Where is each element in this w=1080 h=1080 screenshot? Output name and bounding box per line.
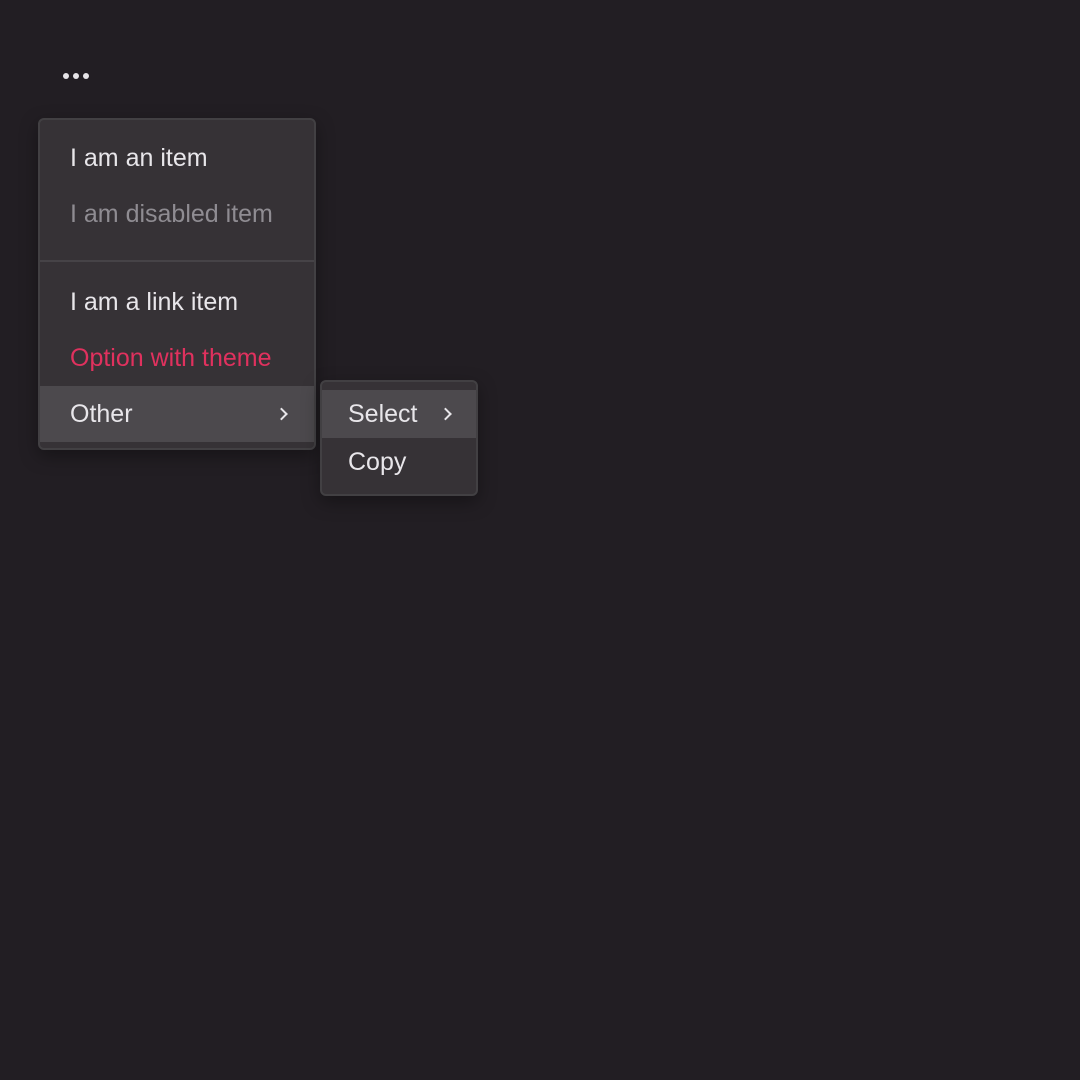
more-horizontal-icon [63, 73, 69, 79]
menu-item-theme[interactable]: Option with theme [40, 330, 314, 386]
menu-item-basic[interactable]: I am an item [40, 130, 314, 186]
menu-item-label: Other [70, 399, 133, 428]
menu-divider [40, 260, 314, 262]
submenu-item-copy[interactable]: Copy [322, 438, 476, 486]
menu-item-label: I am an item [70, 143, 208, 172]
submenu-item-label: Copy [348, 447, 407, 476]
more-horizontal-icon [73, 73, 79, 79]
submenu-item-label: Select [348, 399, 418, 428]
more-horizontal-icon [83, 73, 89, 79]
submenu-item-select[interactable]: Select [322, 390, 476, 438]
chevron-right-icon [439, 407, 452, 421]
menu-item-other[interactable]: Other [40, 386, 314, 442]
more-options-button[interactable] [58, 64, 94, 88]
menu-item-label: I am disabled item [70, 199, 273, 228]
menu-item-disabled: I am disabled item [40, 186, 314, 242]
page: I am an item I am disabled item I am a l… [0, 0, 1080, 1080]
menu-item-label: Option with theme [70, 343, 272, 372]
dropdown-menu: I am an item I am disabled item I am a l… [38, 118, 316, 450]
menu-item-link[interactable]: I am a link item [40, 274, 314, 330]
menu-item-label: I am a link item [70, 287, 239, 316]
submenu: Select Copy [320, 380, 478, 496]
chevron-right-icon [275, 407, 288, 421]
